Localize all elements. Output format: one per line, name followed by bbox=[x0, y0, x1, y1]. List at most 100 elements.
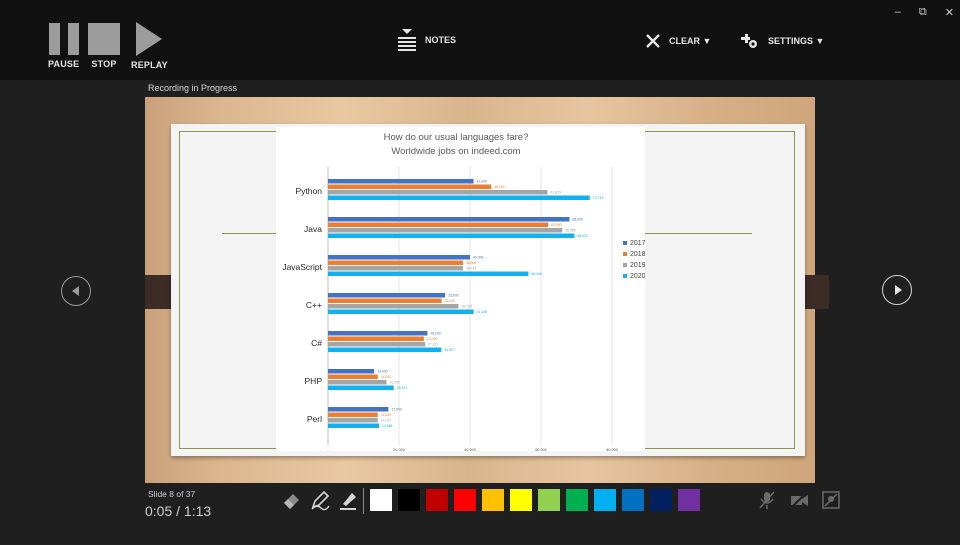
bar-2020 bbox=[328, 271, 529, 276]
clear-x-icon bbox=[646, 34, 660, 48]
previous-slide-button[interactable] bbox=[61, 276, 91, 306]
data-label: 38,018 bbox=[466, 267, 476, 271]
data-label: 73,731 bbox=[593, 196, 603, 200]
close-button[interactable]: ✕ bbox=[945, 6, 954, 19]
color-swatch-dark-red[interactable] bbox=[426, 489, 448, 511]
data-label: 41,000 bbox=[477, 180, 487, 184]
recording-timer: 0:05 / 1:13 bbox=[145, 503, 212, 519]
data-label: 40,000 bbox=[473, 256, 483, 260]
legend-label: 2018 bbox=[630, 251, 645, 258]
palette-separator bbox=[363, 488, 364, 514]
color-swatch-light-blue[interactable] bbox=[594, 489, 616, 511]
legend-swatch bbox=[623, 274, 627, 278]
bar-2020 bbox=[328, 195, 590, 200]
replay-button[interactable]: REPLAY bbox=[131, 22, 168, 70]
category-label: Perl bbox=[307, 414, 322, 424]
bar-chart: How do our usual languages fare? Worldwi… bbox=[282, 132, 645, 451]
bar-2018 bbox=[328, 336, 424, 341]
category-label: Java bbox=[304, 224, 322, 234]
clear-button[interactable]: CLEAR ▼ bbox=[645, 33, 711, 49]
bar-2020 bbox=[328, 423, 380, 428]
category-label: C# bbox=[311, 338, 322, 348]
camera-off-icon[interactable] bbox=[789, 490, 809, 510]
color-swatch-black[interactable] bbox=[398, 489, 420, 511]
data-label: 56,449 bbox=[531, 272, 541, 276]
camera-preview-off-icon[interactable] bbox=[821, 490, 841, 510]
data-label: 14,368 bbox=[382, 424, 392, 428]
data-label: 41,026 bbox=[477, 310, 487, 314]
eraser-icon[interactable] bbox=[281, 489, 303, 511]
microphone-off-icon[interactable] bbox=[757, 490, 777, 510]
data-label: 65,986 bbox=[565, 229, 575, 233]
data-label: 33,000 bbox=[448, 294, 458, 298]
chart-subtitle: Worldwide jobs on indeed.com bbox=[391, 146, 520, 157]
notes-button[interactable]: NOTES bbox=[397, 28, 456, 52]
bar-2020 bbox=[328, 309, 474, 314]
next-slide-button[interactable] bbox=[882, 275, 912, 305]
data-label: 17,000 bbox=[391, 408, 401, 412]
data-label: 27,000 bbox=[427, 337, 437, 341]
color-swatch-white[interactable] bbox=[370, 489, 392, 511]
clear-label: CLEAR ▼ bbox=[669, 36, 712, 46]
data-label: 13,000 bbox=[377, 370, 387, 374]
bar-2020 bbox=[328, 347, 442, 352]
highlighter-icon[interactable] bbox=[337, 489, 359, 511]
color-swatch-yellow[interactable] bbox=[510, 489, 532, 511]
data-label: 38,000 bbox=[466, 261, 476, 265]
legend-label: 2017 bbox=[630, 240, 645, 247]
arrow-left-icon bbox=[71, 286, 79, 296]
color-swatch-dark-blue[interactable] bbox=[650, 489, 672, 511]
data-label: 14,000 bbox=[381, 375, 391, 379]
bar-2018 bbox=[328, 260, 463, 265]
pause-icon bbox=[48, 23, 79, 55]
color-swatch-orange[interactable] bbox=[482, 489, 504, 511]
pause-button[interactable]: PAUSE bbox=[48, 23, 79, 69]
bar-2019 bbox=[328, 266, 463, 271]
color-swatch-red[interactable] bbox=[454, 489, 476, 511]
window-controls: – ⧉ ✕ bbox=[895, 6, 954, 19]
bar-2017 bbox=[328, 369, 375, 374]
chart-title: How do our usual languages fare? bbox=[384, 132, 529, 143]
category-label: PHP bbox=[305, 376, 323, 386]
data-label: 31,927 bbox=[444, 348, 454, 352]
x-tick-label: - bbox=[327, 448, 329, 451]
data-label: 36,758 bbox=[461, 305, 471, 309]
bar-2018 bbox=[328, 184, 492, 189]
bar-2017 bbox=[328, 293, 446, 298]
bar-2018 bbox=[328, 298, 442, 303]
chart-card: How do our usual languages fare? Worldwi… bbox=[276, 127, 645, 451]
x-tick-label: 40,000 bbox=[464, 448, 476, 451]
color-swatch-green[interactable] bbox=[566, 489, 588, 511]
color-swatch-purple[interactable] bbox=[678, 489, 700, 511]
legend-swatch bbox=[623, 263, 627, 267]
slide-decor-line-left bbox=[222, 233, 278, 234]
settings-label: SETTINGS ▼ bbox=[768, 36, 825, 46]
category-label: C++ bbox=[306, 300, 322, 310]
data-label: 28,000 bbox=[430, 332, 440, 336]
settings-button[interactable]: SETTINGS ▼ bbox=[740, 32, 824, 50]
minimize-button[interactable]: – bbox=[895, 6, 901, 19]
data-label: 18,527 bbox=[397, 386, 407, 390]
color-swatch-blue[interactable] bbox=[622, 489, 644, 511]
legend-label: 2020 bbox=[630, 273, 645, 280]
recording-status: Recording in Progress bbox=[148, 83, 238, 93]
data-label: 61,819 bbox=[550, 191, 560, 195]
data-label: 68,000 bbox=[572, 218, 582, 222]
slide-counter: Slide 8 of 37 bbox=[148, 489, 196, 499]
pen-icon[interactable] bbox=[309, 489, 331, 511]
notes-icon bbox=[398, 29, 416, 51]
bar-2017 bbox=[328, 217, 570, 222]
legend-swatch bbox=[623, 252, 627, 256]
arrow-right-icon bbox=[894, 285, 902, 295]
category-label: Python bbox=[296, 186, 323, 196]
bar-2018 bbox=[328, 374, 378, 379]
legend-swatch bbox=[623, 241, 627, 245]
stop-button[interactable]: STOP bbox=[88, 23, 120, 69]
color-swatch-light-green[interactable] bbox=[538, 489, 560, 511]
data-label: 32,000 bbox=[445, 299, 455, 303]
x-tick-label: 60,000 bbox=[535, 448, 547, 451]
restore-button[interactable]: ⧉ bbox=[919, 6, 927, 19]
media-tools bbox=[757, 490, 841, 510]
data-label: 46,000 bbox=[494, 185, 504, 189]
bar-2019 bbox=[328, 190, 548, 195]
